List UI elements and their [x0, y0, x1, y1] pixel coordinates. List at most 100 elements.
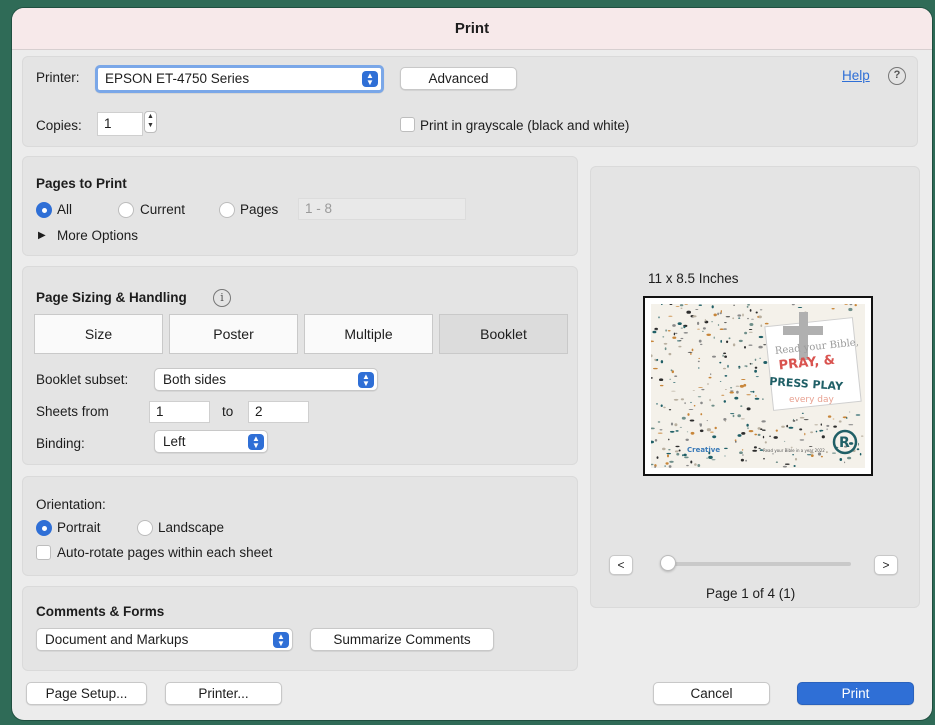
- comments-select[interactable]: Document and Markups ▲ ▼: [36, 628, 293, 651]
- radio-pages[interactable]: [219, 202, 235, 218]
- radio-current[interactable]: [118, 202, 134, 218]
- thumb-speckle: [710, 431, 714, 433]
- thumb-speckle: [727, 364, 729, 368]
- binding-value: Left: [163, 434, 186, 449]
- thumb-speckle: [860, 435, 864, 437]
- thumb-speckle: [686, 431, 689, 433]
- thumb-speckle: [690, 352, 692, 355]
- thumb-speckle: [663, 406, 666, 409]
- thumb-speckle: [658, 316, 660, 319]
- printer-selected: EPSON ET-4750 Series: [105, 71, 250, 86]
- thumb-speckle: [724, 375, 728, 377]
- thumb-speckle: [737, 367, 740, 368]
- thumb-speckle: [657, 421, 661, 423]
- thumb-speckle: [820, 455, 823, 458]
- radio-pages-label: Pages: [240, 202, 279, 217]
- thumb-speckle: [764, 441, 767, 444]
- thumb-speckle: [762, 398, 764, 400]
- copies-field[interactable]: 1: [97, 112, 143, 136]
- more-options-label[interactable]: More Options: [57, 228, 138, 243]
- thumb-speckle: [723, 418, 727, 421]
- thumb-speckle: [678, 449, 681, 452]
- auto-rotate-checkbox[interactable]: [36, 545, 51, 560]
- copies-stepper-icon[interactable]: ▲ ▼: [144, 111, 157, 133]
- thumb-speckle: [797, 307, 803, 308]
- thumb-speckle: [799, 416, 805, 419]
- thumb-speckle: [819, 429, 824, 432]
- help-icon[interactable]: ?: [888, 67, 906, 85]
- thumb-speckle: [670, 422, 674, 426]
- orientation-heading: Orientation:: [36, 497, 106, 512]
- thumb-speckle: [722, 354, 724, 357]
- thumb-speckle: [664, 347, 667, 351]
- binding-select[interactable]: Left ▲ ▼: [154, 430, 268, 453]
- copies-label: Copies:: [36, 118, 82, 133]
- thumb-speckle: [663, 342, 668, 345]
- thumb-speckle: [680, 337, 684, 340]
- thumb-speckle: [698, 339, 702, 343]
- page-setup-button[interactable]: Page Setup...: [26, 682, 147, 705]
- thumb-speckle: [679, 426, 683, 428]
- radio-landscape[interactable]: [137, 520, 153, 536]
- sheets-to-field[interactable]: 2: [248, 401, 309, 423]
- printer-button[interactable]: Printer...: [165, 682, 282, 705]
- thumb-speckle: [832, 452, 836, 454]
- thumb-speckle: [857, 442, 860, 446]
- thumb-speckle: [722, 367, 727, 370]
- tab-poster[interactable]: Poster: [169, 314, 298, 354]
- thumb-speckle: [741, 449, 744, 451]
- booklet-subset-stepper-icon: ▲ ▼: [358, 371, 374, 388]
- thumb-speckle: [775, 429, 778, 432]
- thumb-speckle: [669, 460, 674, 463]
- sheets-from-field[interactable]: 1: [149, 401, 210, 423]
- info-icon[interactable]: i: [213, 289, 231, 307]
- thumb-speckle: [700, 413, 703, 416]
- thumb-speckle: [803, 419, 809, 421]
- thumb-speckle: [713, 313, 717, 317]
- thumb-speckle: [673, 332, 676, 336]
- thumb-speckle: [673, 398, 679, 401]
- thumb-speckle: [671, 390, 676, 392]
- thumb-speckle: [713, 336, 715, 339]
- sheets-from-label: Sheets from: [36, 404, 109, 419]
- cancel-button[interactable]: Cancel: [653, 682, 770, 705]
- previous-page-button[interactable]: <: [609, 555, 633, 575]
- thumb-speckle: [740, 418, 745, 420]
- booklet-subset-select[interactable]: Both sides ▲ ▼: [154, 368, 378, 391]
- disclosure-triangle-icon[interactable]: ▶: [38, 230, 46, 241]
- thumb-speckle: [741, 379, 746, 380]
- thumb-speckle: [847, 456, 852, 460]
- page-slider-track[interactable]: [665, 562, 851, 566]
- thumb-speckle: [741, 432, 746, 435]
- thumb-speckle: [719, 328, 724, 330]
- thumb-speckle: [747, 304, 751, 306]
- thumb-speckle: [697, 396, 702, 398]
- tab-booklet[interactable]: Booklet: [439, 314, 568, 354]
- thumb-speckle: [796, 419, 798, 421]
- print-button[interactable]: Print: [797, 682, 914, 705]
- page-slider-thumb[interactable]: [660, 555, 676, 571]
- thumb-speckle: [702, 330, 704, 332]
- thumb-speckle: [678, 345, 682, 348]
- thumb-speckle: [734, 439, 737, 441]
- thumb-speckle: [677, 322, 682, 325]
- radio-portrait[interactable]: [36, 520, 52, 536]
- thumb-speckle: [754, 366, 758, 369]
- tab-size[interactable]: Size: [34, 314, 163, 354]
- thumb-speckle: [699, 423, 703, 425]
- grayscale-checkbox[interactable]: [400, 117, 415, 132]
- pages-range-field[interactable]: 1 - 8: [298, 198, 466, 220]
- thumb-speckle: [752, 390, 755, 393]
- tab-multiple[interactable]: Multiple: [304, 314, 433, 354]
- advanced-button[interactable]: Advanced: [400, 67, 517, 90]
- thumb-speckle: [746, 394, 751, 396]
- printer-label: Printer:: [36, 70, 80, 85]
- summarize-comments-button[interactable]: Summarize Comments: [310, 628, 494, 651]
- printer-select[interactable]: EPSON ET-4750 Series ▲ ▼: [95, 65, 384, 93]
- thumb-speckle: [668, 315, 673, 317]
- thumb-speckle: [720, 310, 722, 313]
- thumb-speckle: [758, 315, 762, 319]
- help-link[interactable]: Help: [842, 68, 870, 83]
- radio-all[interactable]: [36, 202, 52, 218]
- next-page-button[interactable]: >: [874, 555, 898, 575]
